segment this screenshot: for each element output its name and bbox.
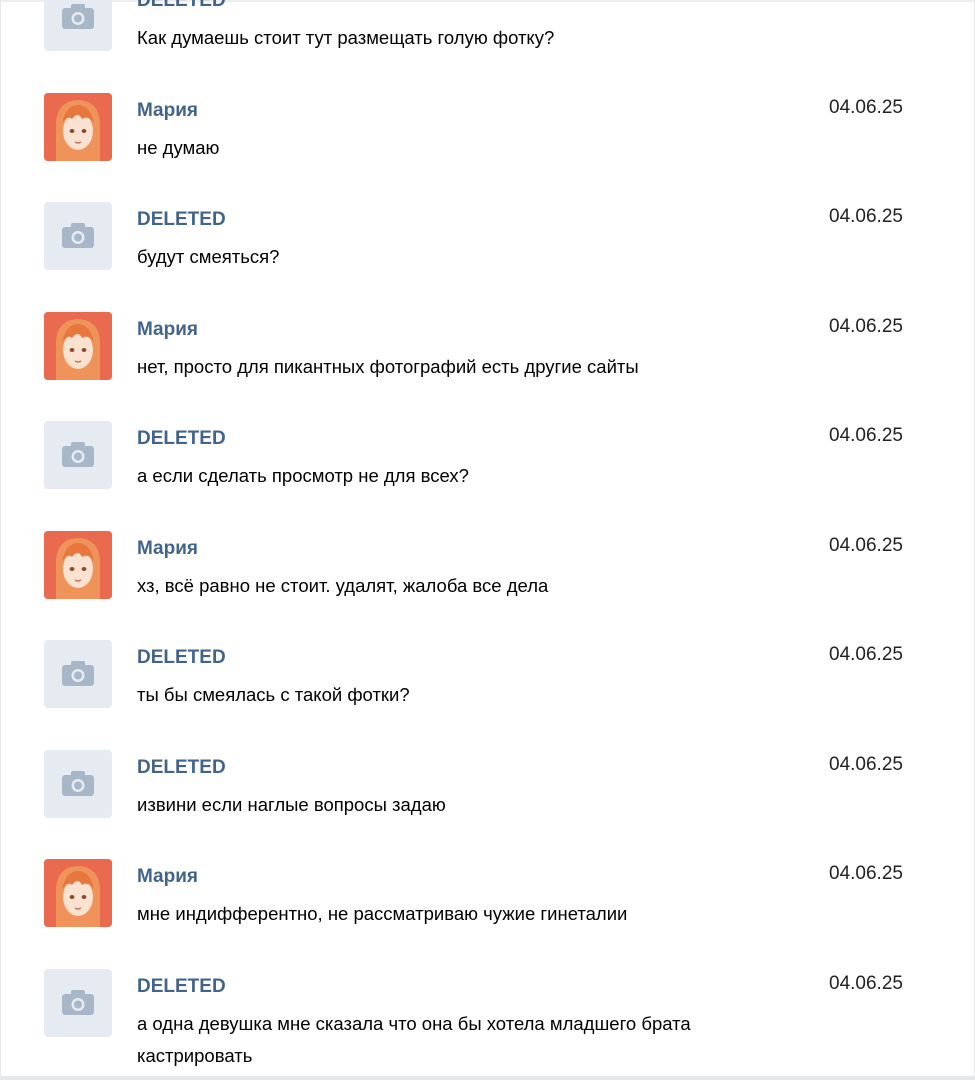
message-item: DELETED будут смеяться? 04.06.25 <box>1 111 974 270</box>
message-item: DELETED а одна девушка мне сказала что о… <box>1 878 974 1066</box>
camera-placeholder-icon[interactable] <box>44 968 112 1037</box>
message-item: DELETED извини если наглые вопросы задаю… <box>1 659 974 818</box>
bottom-divider <box>1 1076 974 1080</box>
message-author-link[interactable]: DELETED <box>137 976 226 998</box>
message-item: DELETED а если сделать просмотр не для в… <box>1 330 974 489</box>
message-list: DELETED Как думаешь стоит тут размещать … <box>1 0 974 1066</box>
message-item: Мария мне индифферентно, не рассматриваю… <box>1 768 974 927</box>
message-item: DELETED ты бы смеялась с такой фотки? 04… <box>1 549 974 708</box>
message-text: а одна девушка мне сказала что она бы хо… <box>137 1012 691 1066</box>
message-item: Мария нет, просто для пикантных фотограф… <box>1 221 974 380</box>
message-history-window: DELETED Как думаешь стоит тут размещать … <box>0 0 975 1080</box>
message-item: Мария хз, всё равно не стоит. удалят, жа… <box>1 440 974 599</box>
message-item: Мария не думаю 04.06.25 <box>1 2 974 161</box>
message-date[interactable]: 04.06.25 <box>829 973 903 995</box>
